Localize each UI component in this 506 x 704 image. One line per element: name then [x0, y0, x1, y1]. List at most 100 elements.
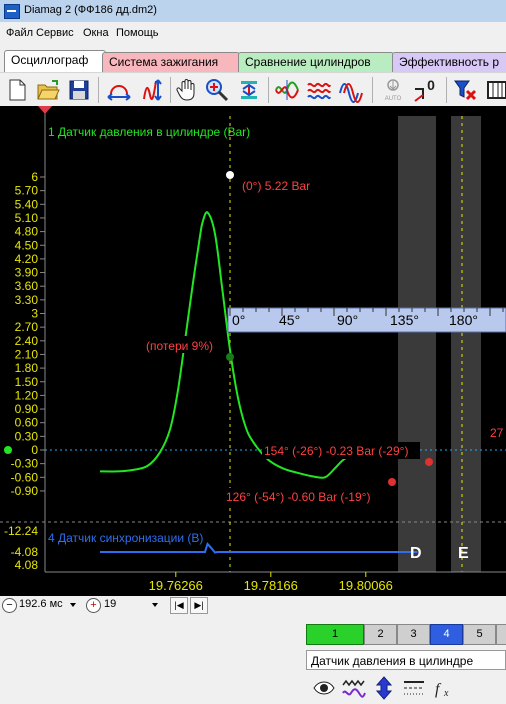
- zone-d-label: D: [410, 545, 422, 562]
- channel-button-1[interactable]: 1: [306, 624, 364, 645]
- filter-icon[interactable]: [452, 77, 478, 103]
- y1-tick-label: 6: [31, 170, 38, 184]
- y4-tick-label: 4.08: [15, 558, 39, 572]
- point126-label: 126° (-54°) -0.60 Bar (-19°): [226, 490, 370, 504]
- auto-icon[interactable]: AUTO: [380, 77, 406, 103]
- x-tick-label: 19.76266: [149, 578, 203, 593]
- channel-name-text: Датчик давления в цилиндре: [311, 654, 474, 668]
- zoom-out-icon[interactable]: −: [2, 598, 17, 613]
- ruler-label-45: 45°: [279, 312, 300, 328]
- y1-tick-label: -0.90: [11, 484, 39, 498]
- tab-ignition[interactable]: Система зажигания: [102, 52, 240, 72]
- auto-label: AUTO: [385, 96, 402, 102]
- channel-dropdown-icon[interactable]: [152, 603, 158, 607]
- y1-tick-label: 0.60: [15, 416, 39, 430]
- channel-button-2[interactable]: 2: [364, 624, 397, 645]
- channel-button-label: 4: [443, 628, 450, 640]
- new-file-icon[interactable]: [4, 77, 30, 103]
- channel1-zero-marker[interactable]: [4, 446, 12, 454]
- channel-panel: 1 2 3 4 5 Датчик давления в цилиндре fx: [0, 614, 506, 704]
- channel-button-label: 5: [476, 628, 483, 640]
- y1-tick-label: 4.80: [15, 225, 39, 239]
- point-126[interactable]: [388, 478, 396, 486]
- waves3-icon[interactable]: [338, 77, 364, 103]
- y1-tick-label: 0.90: [15, 402, 39, 416]
- tab-strip: Осциллограф Система зажигания Сравнение …: [0, 48, 506, 72]
- waves2-icon[interactable]: [306, 77, 332, 103]
- zoom-in-icon[interactable]: +: [86, 598, 101, 613]
- tab-label: Сравнение цилиндров: [245, 55, 371, 69]
- channel-button-more[interactable]: [496, 624, 506, 645]
- ruler-label-135: 135°: [390, 312, 419, 328]
- tab-oscilloscope[interactable]: Осциллограф: [4, 50, 106, 72]
- first-page-icon[interactable]: |◀: [170, 597, 188, 614]
- time-scale-value[interactable]: 192.6 мс: [19, 598, 63, 610]
- edge-label: 27: [490, 426, 504, 440]
- menu-service[interactable]: Сервис: [36, 27, 74, 39]
- channel-button-label: 2: [377, 628, 384, 640]
- oscilloscope-plot[interactable]: 65.705.405.104.804.504.203.903.603.3032.…: [0, 106, 506, 596]
- sync-trace: [100, 541, 418, 554]
- ruler-label-0: 0°: [232, 312, 245, 328]
- time-scale-dropdown-icon[interactable]: [70, 603, 76, 607]
- y1-tick-label: 0: [31, 443, 38, 457]
- y1-tick-label: 2.70: [15, 320, 39, 334]
- channel4-label: 4 Датчик синхронизации (В): [48, 531, 203, 545]
- zoom-h-icon[interactable]: [106, 77, 132, 103]
- lines-style-icon[interactable]: [402, 676, 426, 700]
- y1-tick-label: 5.10: [15, 211, 39, 225]
- tab-label: Эффективность р: [399, 55, 500, 69]
- signal-wave-icon[interactable]: [342, 676, 366, 700]
- ruler-label-90: 90°: [337, 312, 358, 328]
- formula-icon[interactable]: fx: [432, 676, 456, 700]
- next-page-icon[interactable]: ▶|: [190, 597, 208, 614]
- channel-value[interactable]: 19: [104, 598, 116, 610]
- tab-label: Система зажигания: [109, 55, 219, 69]
- menu-windows[interactable]: Окна: [83, 27, 109, 39]
- svg-text:f: f: [435, 681, 442, 698]
- channel-button-label: 3: [410, 628, 417, 640]
- menu-file[interactable]: Файл: [6, 27, 33, 39]
- app-icon: [4, 4, 20, 19]
- menu-bar: Файл Сервис Окна Помощь: [0, 24, 506, 44]
- zone-e-label: E: [458, 545, 469, 562]
- open-folder-icon[interactable]: [35, 77, 61, 103]
- waves-icon[interactable]: [274, 77, 300, 103]
- channel-button-4[interactable]: 4: [430, 624, 463, 645]
- peak-point[interactable]: [226, 171, 234, 179]
- peak-label: (0°) 5.22 Bar: [242, 179, 310, 193]
- channel-name-field[interactable]: Датчик давления в цилиндре: [306, 650, 506, 670]
- trigger-zero-icon[interactable]: 0: [412, 77, 438, 103]
- toolbar: AUTO 0: [0, 72, 506, 107]
- oscilloscope-panel[interactable]: 6 5.70 5.40 5.10 4.80 4.50 4.20 3.90 3.60 3.30 3 2.…: [0, 106, 506, 596]
- svg-text:x: x: [443, 688, 449, 699]
- scale-vertical-icon[interactable]: [372, 676, 396, 700]
- panel-icon[interactable]: [484, 77, 506, 103]
- magnifier-icon[interactable]: [204, 77, 230, 103]
- y1-tick-label: -0.30: [11, 457, 39, 471]
- fit-icon[interactable]: [236, 77, 262, 103]
- tab-efficiency[interactable]: Эффективность р: [392, 52, 506, 72]
- loss-point[interactable]: [226, 353, 234, 361]
- point154-label: 154° (-26°) -0.23 Bar (-29°): [264, 444, 408, 458]
- x-tick-label: 19.78166: [244, 578, 298, 593]
- x-tick-label: 19.80066: [339, 578, 393, 593]
- zoom-v-icon[interactable]: [138, 77, 164, 103]
- tab-cylinders[interactable]: Сравнение цилиндров: [238, 52, 394, 72]
- y1-tick-label: 3.30: [15, 293, 39, 307]
- y4-tick-label: -4.08: [11, 545, 39, 559]
- channel-button-5[interactable]: 5: [463, 624, 496, 645]
- y1-tick-label: 5.70: [15, 184, 39, 198]
- hand-icon[interactable]: [174, 77, 200, 103]
- channel-button-3[interactable]: 3: [397, 624, 430, 645]
- save-icon[interactable]: [66, 77, 92, 103]
- point-154[interactable]: [425, 458, 433, 466]
- eye-icon[interactable]: [312, 676, 336, 700]
- y1-tick-label: 1.50: [15, 375, 39, 389]
- y1-tick-label: 3: [31, 307, 38, 321]
- zone-d-band: [398, 116, 436, 572]
- y1-tick-label: 2.10: [15, 347, 39, 361]
- zone-e-band: [451, 116, 481, 572]
- ruler-label-180: 180°: [449, 312, 478, 328]
- menu-help[interactable]: Помощь: [116, 27, 159, 39]
